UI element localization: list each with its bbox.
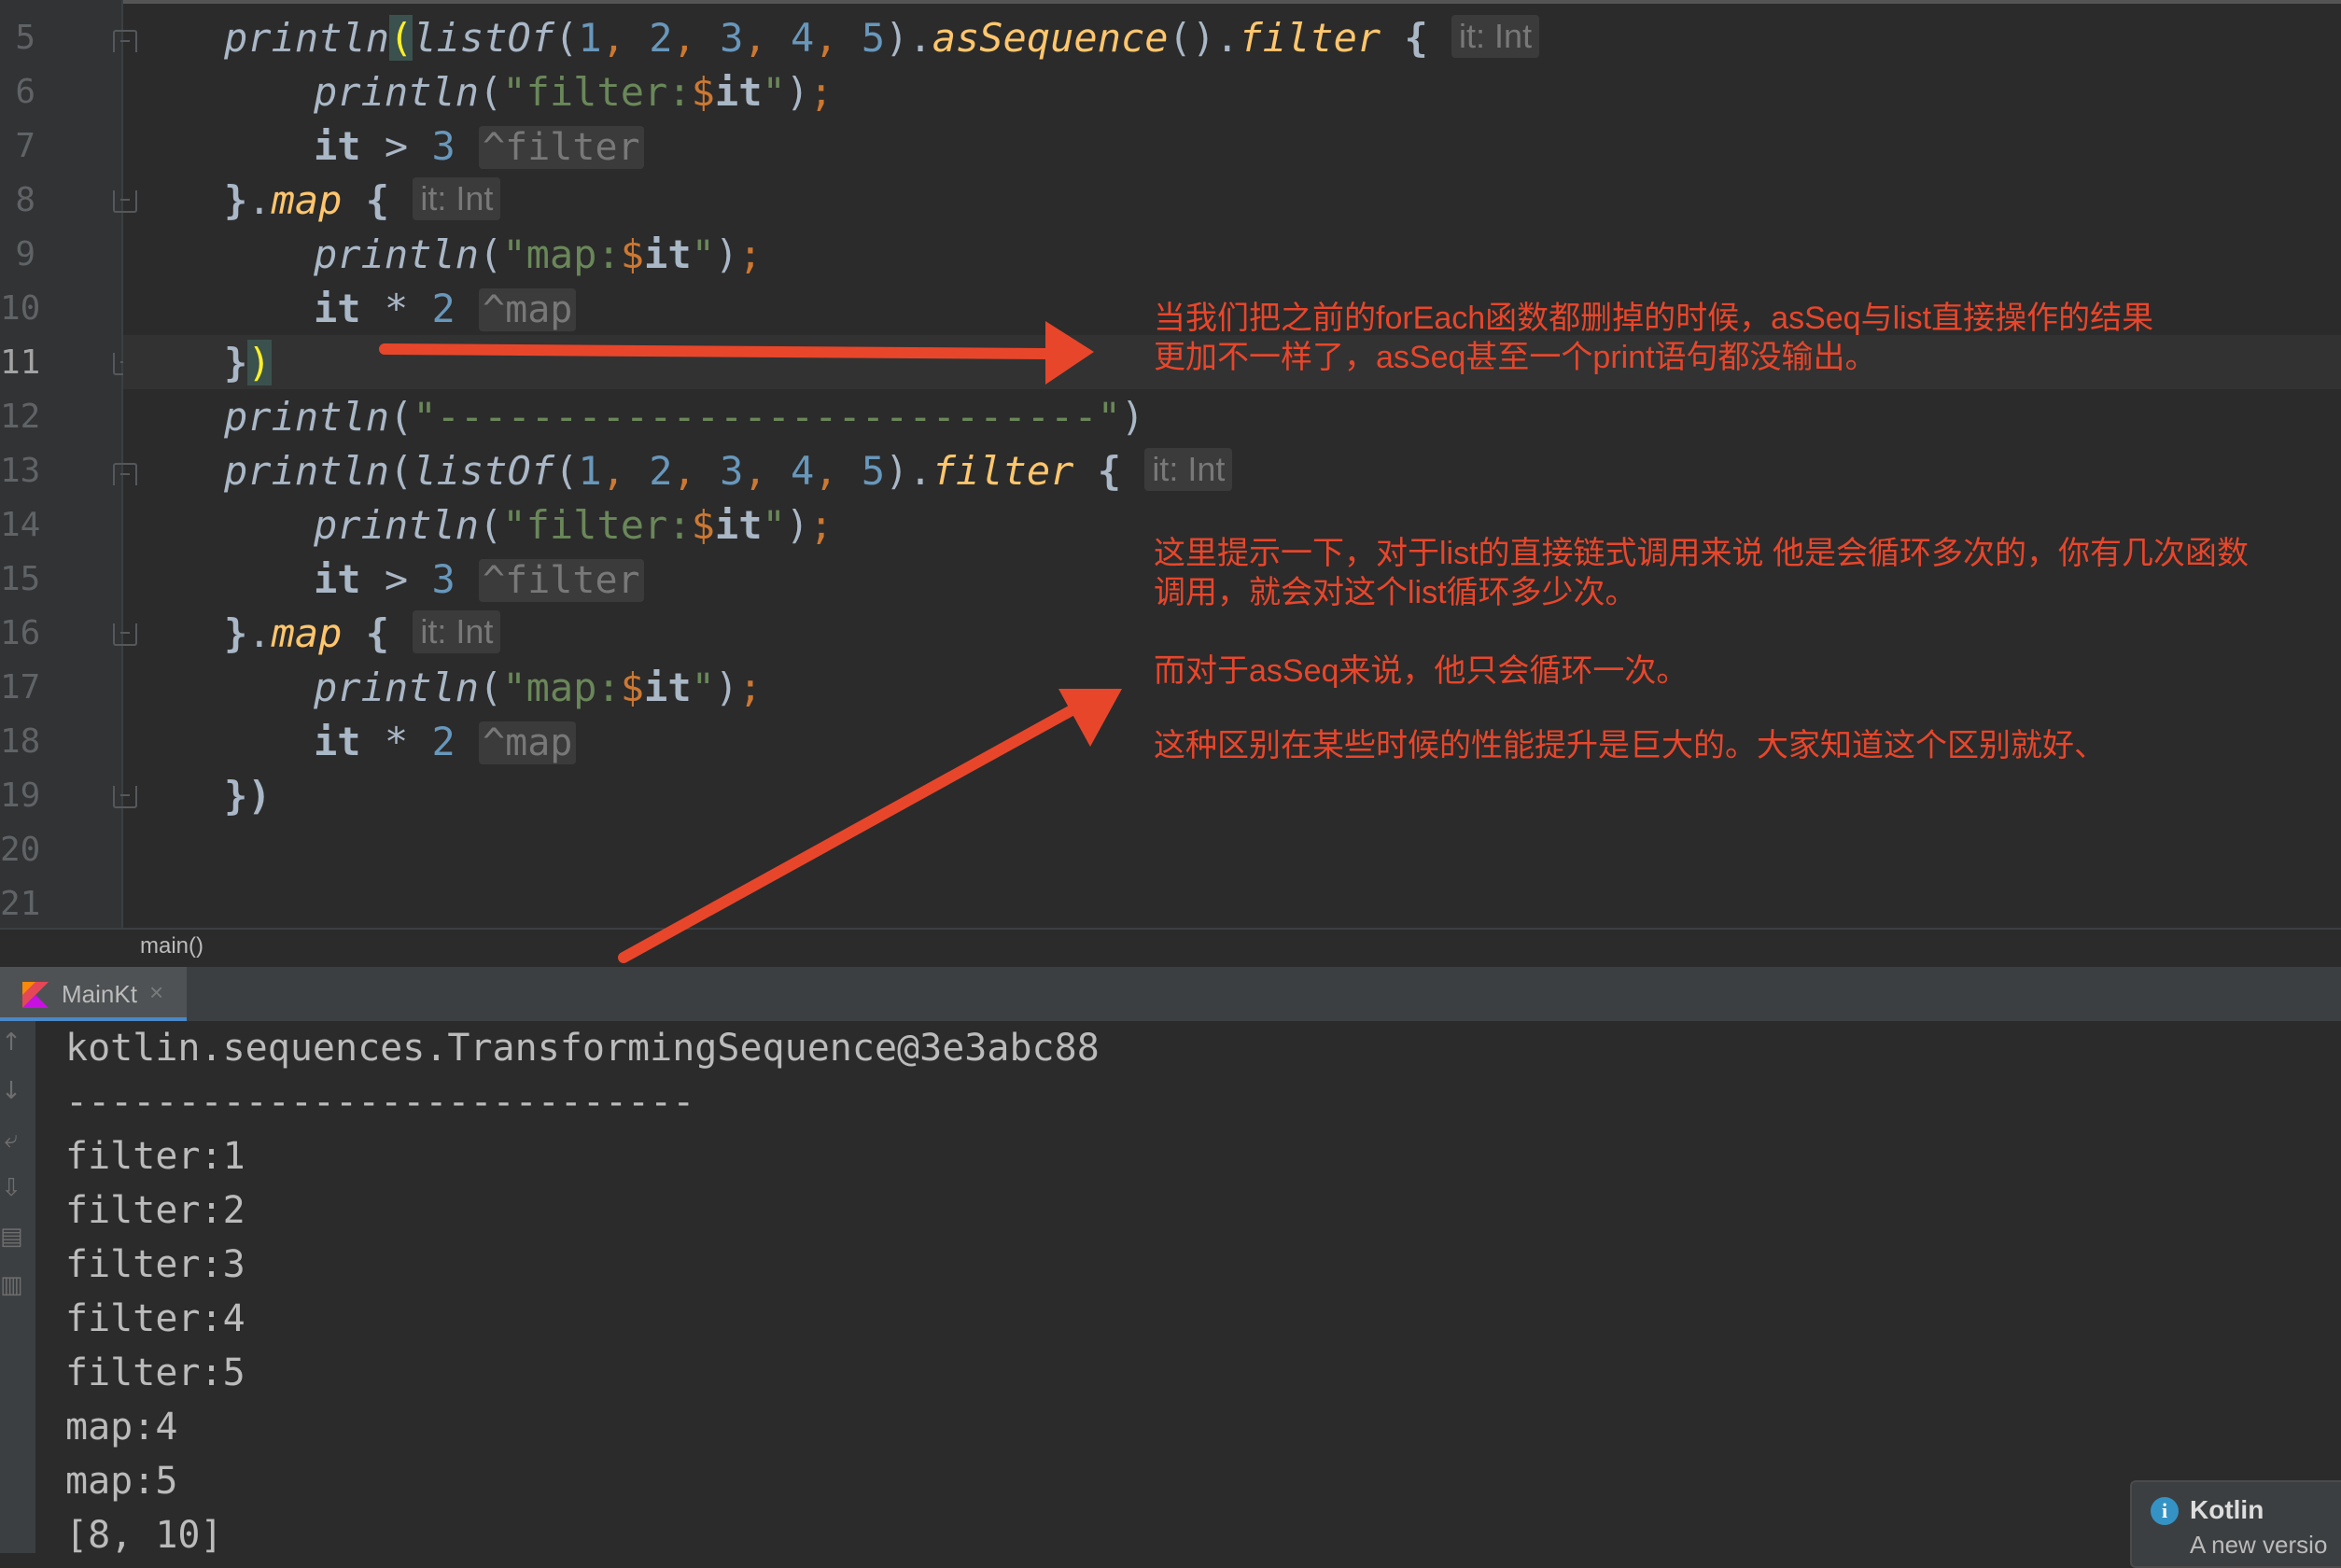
console-line: map:5 bbox=[65, 1460, 178, 1503]
annotation-note-2-line-1: 这里提示一下，对于list的直接链式调用来说 他是会循环多次的，你有几次函数 bbox=[1154, 536, 2249, 571]
code-line-10[interactable]: it * 2 ^map bbox=[314, 282, 577, 336]
kotlin-update-notification[interactable]: i Kotlin A new versio bbox=[2130, 1480, 2341, 1568]
console-line: map:4 bbox=[65, 1406, 178, 1449]
console-toolbar: ↑ ↓ ⤶ ⇩ ▤ ▥ bbox=[0, 1021, 35, 1553]
code-editor[interactable]: 5 6 7 8 9 10 11 12 13 14 15 16 17 18 19 … bbox=[0, 0, 2341, 928]
code-line-8[interactable]: }.map { it: Int bbox=[224, 174, 501, 228]
code-line-7[interactable]: it > 3 ^filter bbox=[314, 119, 644, 174]
fold-close-icon[interactable] bbox=[113, 190, 137, 213]
line-number: 10 bbox=[0, 289, 41, 328]
console-line: filter:5 bbox=[65, 1351, 245, 1394]
line-number-gutter[interactable]: 5 6 7 8 9 10 11 12 13 14 15 16 17 18 19 … bbox=[0, 0, 121, 928]
annotation-note-1-line-1: 当我们把之前的forEach函数都删掉的时候，asSeq与list直接操作的结果 bbox=[1154, 301, 2154, 336]
fold-open-icon[interactable] bbox=[113, 463, 137, 485]
console-line: filter:2 bbox=[65, 1189, 245, 1232]
line-number: 21 bbox=[0, 885, 41, 923]
line-number: 16 bbox=[0, 614, 41, 652]
code-line-17[interactable]: println("map:$it"); bbox=[314, 661, 763, 715]
scroll-to-end-icon[interactable]: ⇩ bbox=[0, 1174, 22, 1202]
console-line: ---------------------------- bbox=[65, 1081, 695, 1124]
line-number: 12 bbox=[0, 398, 41, 436]
console-line: filter:4 bbox=[65, 1297, 245, 1340]
console-output[interactable]: kotlin.sequences.TransformingSequence@3e… bbox=[0, 1021, 2341, 1557]
label-hint: ^filter bbox=[479, 126, 644, 169]
code-line-9[interactable]: println("map:$it"); bbox=[314, 228, 763, 282]
line-number: 20 bbox=[0, 831, 41, 869]
line-number: 8 bbox=[15, 181, 35, 219]
fold-close-icon[interactable] bbox=[113, 786, 137, 808]
annotation-note-1-line-2: 更加不一样了，asSeq甚至一个print语句都没输出。 bbox=[1154, 340, 1877, 375]
line-number: 7 bbox=[15, 127, 35, 165]
type-hint: it: Int bbox=[413, 177, 501, 220]
console-line: [8, 10] bbox=[65, 1514, 223, 1557]
label-hint: ^filter bbox=[479, 559, 644, 602]
code-line-12[interactable]: println("----------------------------") bbox=[224, 390, 1144, 444]
run-tab-label: MainKt bbox=[62, 980, 137, 1008]
console-line: filter:3 bbox=[65, 1243, 245, 1286]
code-line-6[interactable]: println("filter:$it"); bbox=[314, 65, 833, 119]
notification-title: Kotlin bbox=[2190, 1495, 2264, 1524]
line-number-current: 11 bbox=[0, 343, 41, 382]
breadcrumb[interactable]: main() bbox=[140, 933, 203, 959]
console-line: kotlin.sequences.TransformingSequence@3e… bbox=[65, 1027, 1100, 1070]
close-icon[interactable]: × bbox=[149, 978, 163, 1007]
notification-text: A new versio bbox=[2190, 1531, 2328, 1559]
line-number: 5 bbox=[15, 19, 35, 57]
soft-wrap-icon[interactable]: ⤶ bbox=[0, 1126, 22, 1155]
type-hint: it: Int bbox=[1451, 15, 1540, 58]
label-hint: ^map bbox=[479, 721, 577, 764]
top-border bbox=[0, 0, 2341, 4]
code-line-13[interactable]: println(listOf(1, 2, 3, 4, 5).filter { i… bbox=[224, 444, 1233, 498]
annotation-note-3: 而对于asSeq来说，他只会循环一次。 bbox=[1154, 653, 1689, 689]
run-tab-mainkt[interactable]: MainKt × bbox=[0, 967, 187, 1021]
arrow-down-icon[interactable]: ↓ bbox=[0, 1077, 22, 1105]
line-number: 15 bbox=[0, 560, 41, 598]
annotation-note-4: 这种区别在某些时候的性能提升是巨大的。大家知道这个区别就好、 bbox=[1154, 728, 2106, 763]
console-line: filter:1 bbox=[65, 1135, 245, 1178]
line-number: 18 bbox=[0, 722, 41, 761]
code-line-5[interactable]: println(listOf(1, 2, 3, 4, 5).asSequence… bbox=[224, 11, 1540, 65]
line-number: 13 bbox=[0, 452, 41, 490]
line-number: 14 bbox=[0, 506, 41, 544]
line-number: 6 bbox=[15, 73, 35, 111]
fold-open-icon[interactable] bbox=[113, 30, 137, 52]
code-line-15[interactable]: it > 3 ^filter bbox=[314, 553, 644, 607]
line-number: 17 bbox=[0, 668, 41, 707]
annotation-note-2-line-2: 调用，就会对这个list循环多少次。 bbox=[1154, 575, 1637, 610]
info-icon: i bbox=[2151, 1497, 2179, 1525]
code-line-19[interactable]: }) bbox=[224, 769, 272, 823]
code-line-16[interactable]: }.map { it: Int bbox=[224, 607, 501, 661]
print-icon[interactable]: ▤ bbox=[0, 1223, 23, 1251]
code-line-11[interactable]: }) bbox=[224, 336, 272, 390]
fold-close-icon[interactable] bbox=[113, 623, 137, 646]
line-number: 9 bbox=[15, 235, 35, 273]
kotlin-icon bbox=[22, 982, 49, 1008]
breadcrumb-bar: main() bbox=[0, 928, 2341, 967]
code-line-18[interactable]: it * 2 ^map bbox=[314, 715, 577, 769]
arrow-up-icon[interactable]: ↑ bbox=[0, 1029, 22, 1057]
code-line-14[interactable]: println("filter:$it"); bbox=[314, 498, 833, 553]
trash-icon[interactable]: ▥ bbox=[0, 1271, 23, 1299]
type-hint: it: Int bbox=[413, 610, 501, 653]
label-hint: ^map bbox=[479, 288, 577, 331]
line-number: 19 bbox=[0, 777, 41, 815]
run-tab-bar: MainKt × bbox=[0, 967, 2341, 1023]
type-hint: it: Int bbox=[1144, 448, 1233, 491]
